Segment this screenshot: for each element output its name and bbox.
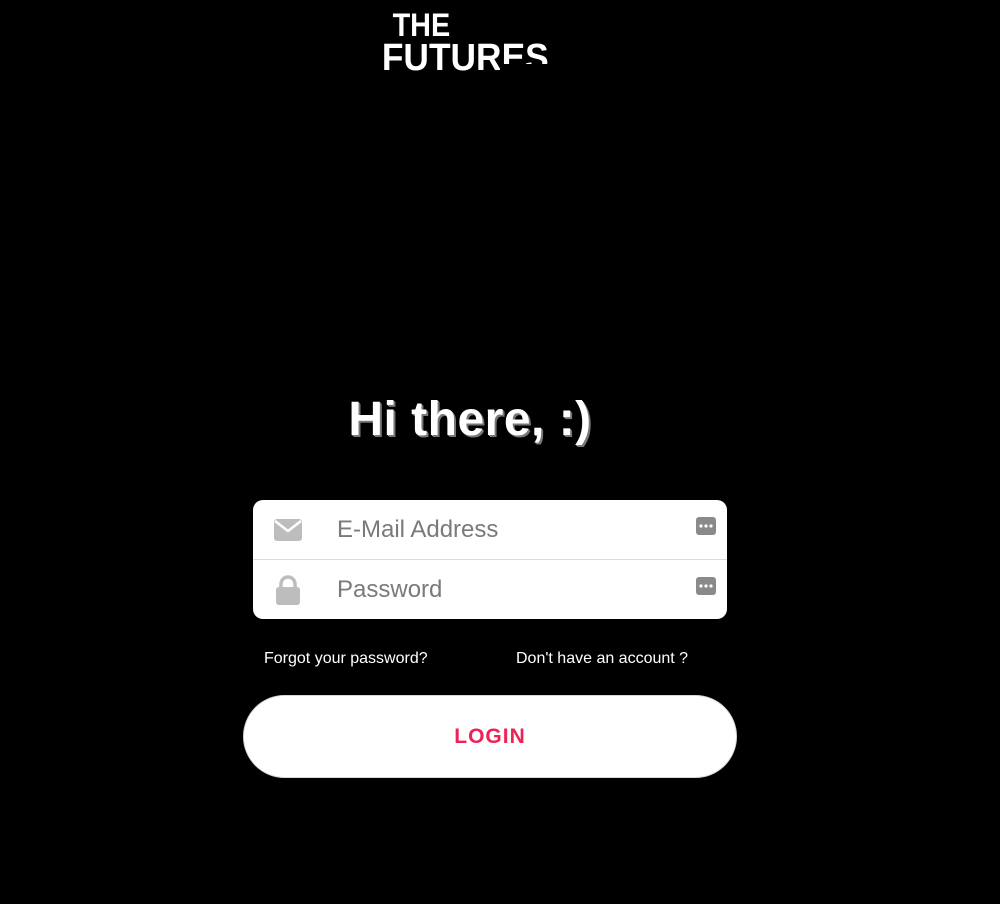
- lock-icon: [274, 575, 302, 605]
- signup-link[interactable]: Don't have an account ?: [516, 648, 688, 670]
- brand-logo: THE FUTURES: [380, 6, 560, 72]
- futures-logo-image: THE FUTURES: [382, 8, 560, 72]
- password-field-row: [253, 559, 727, 619]
- forgot-password-link[interactable]: Forgot your password?: [264, 648, 428, 670]
- email-field-row: [253, 500, 727, 559]
- password-input[interactable]: [337, 560, 677, 619]
- greeting-heading: Hi there, :): [348, 393, 592, 446]
- auth-links: Forgot your password? Don't have an acco…: [0, 648, 1000, 670]
- login-button[interactable]: LOGIN: [243, 695, 737, 778]
- password-manager-icon[interactable]: [696, 517, 716, 535]
- login-page: THE FUTURES Hi there, :) E-Mail Address …: [0, 0, 1000, 904]
- envelope-icon: [274, 515, 302, 545]
- email-input[interactable]: [337, 500, 677, 559]
- password-manager-icon[interactable]: [696, 577, 716, 595]
- login-form: [253, 500, 727, 619]
